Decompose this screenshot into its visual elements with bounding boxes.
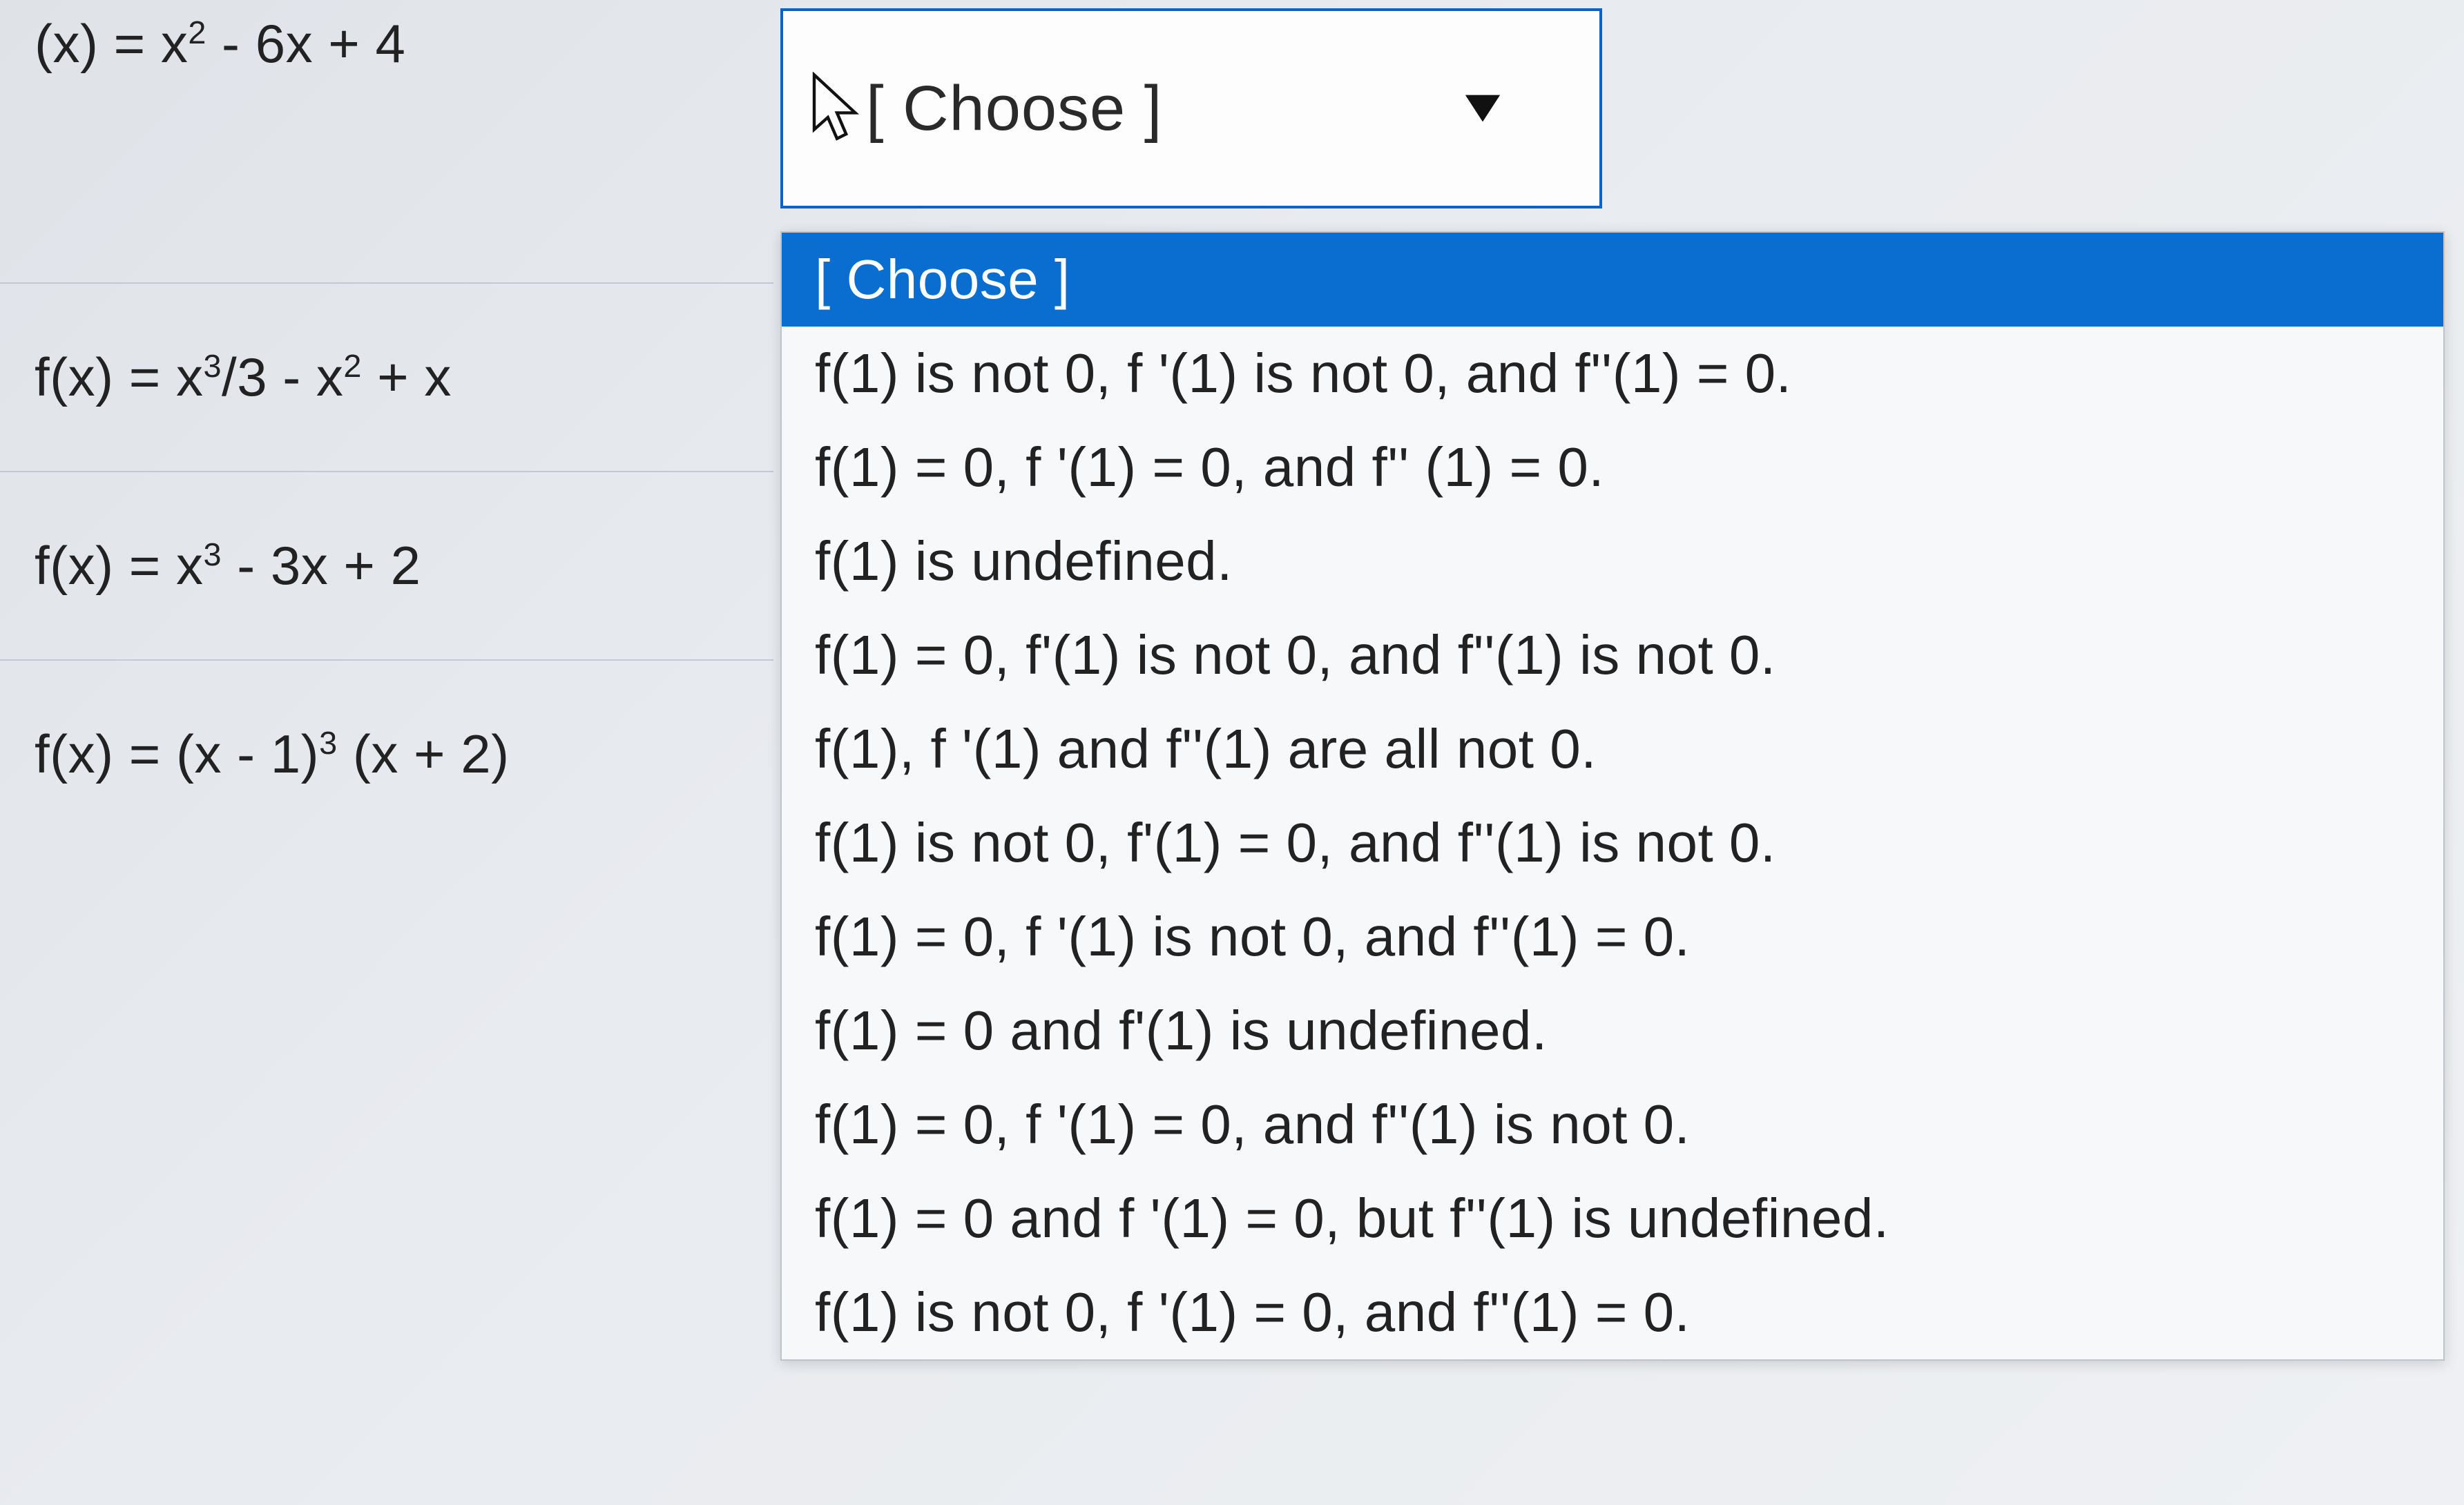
answer-dropdown-list[interactable]: [ Choose ] f(1) is not 0, f '(1) is not … [780,231,2445,1361]
dropdown-option[interactable]: f(1) is not 0, f '(1) = 0, and f''(1) = … [782,1265,2443,1359]
dropdown-option[interactable]: f(1) is undefined. [782,514,2443,608]
dropdown-option[interactable]: f(1) = 0 and f '(1) = 0, but f''(1) is u… [782,1172,2443,1265]
dropdown-option[interactable]: f(1) = 0, f '(1) = 0, and f''(1) is not … [782,1078,2443,1172]
functions-column: (x) = x2 - 6x + 4 f(x) = x3/3 - x2 + x f… [0,0,773,1505]
dropdown-option[interactable]: [ Choose ] [782,233,2443,327]
answer-select-wrap: [ Choose ] [780,8,1602,208]
function-expression: f(x) = x3/3 - x2 + x [0,284,773,472]
dropdown-option[interactable]: f(1) = 0, f'(1) is not 0, and f''(1) is … [782,608,2443,702]
dropdown-option[interactable]: f(1) = 0, f '(1) = 0, and f'' (1) = 0. [782,420,2443,514]
quiz-matching-page: (x) = x2 - 6x + 4 f(x) = x3/3 - x2 + x f… [0,0,2464,1505]
function-expression: f(x) = x3 - 3x + 2 [0,472,773,661]
function-expression: f(x) = (x - 1)3 (x + 2) [0,661,773,848]
dropdown-option[interactable]: f(1) is not 0, f '(1) is not 0, and f''(… [782,327,2443,420]
select-display-text: [ Choose ] [866,72,1162,145]
function-expression: (x) = x2 - 6x + 4 [0,0,773,284]
cursor-icon [807,72,867,148]
dropdown-option[interactable]: f(1) = 0, f '(1) is not 0, and f''(1) = … [782,890,2443,984]
chevron-down-icon [1463,92,1503,125]
answer-select[interactable]: [ Choose ] [780,8,1602,208]
dropdown-option[interactable]: f(1) = 0 and f'(1) is undefined. [782,984,2443,1078]
dropdown-option[interactable]: f(1), f '(1) and f''(1) are all not 0. [782,702,2443,796]
dropdown-option[interactable]: f(1) is not 0, f'(1) = 0, and f''(1) is … [782,796,2443,890]
